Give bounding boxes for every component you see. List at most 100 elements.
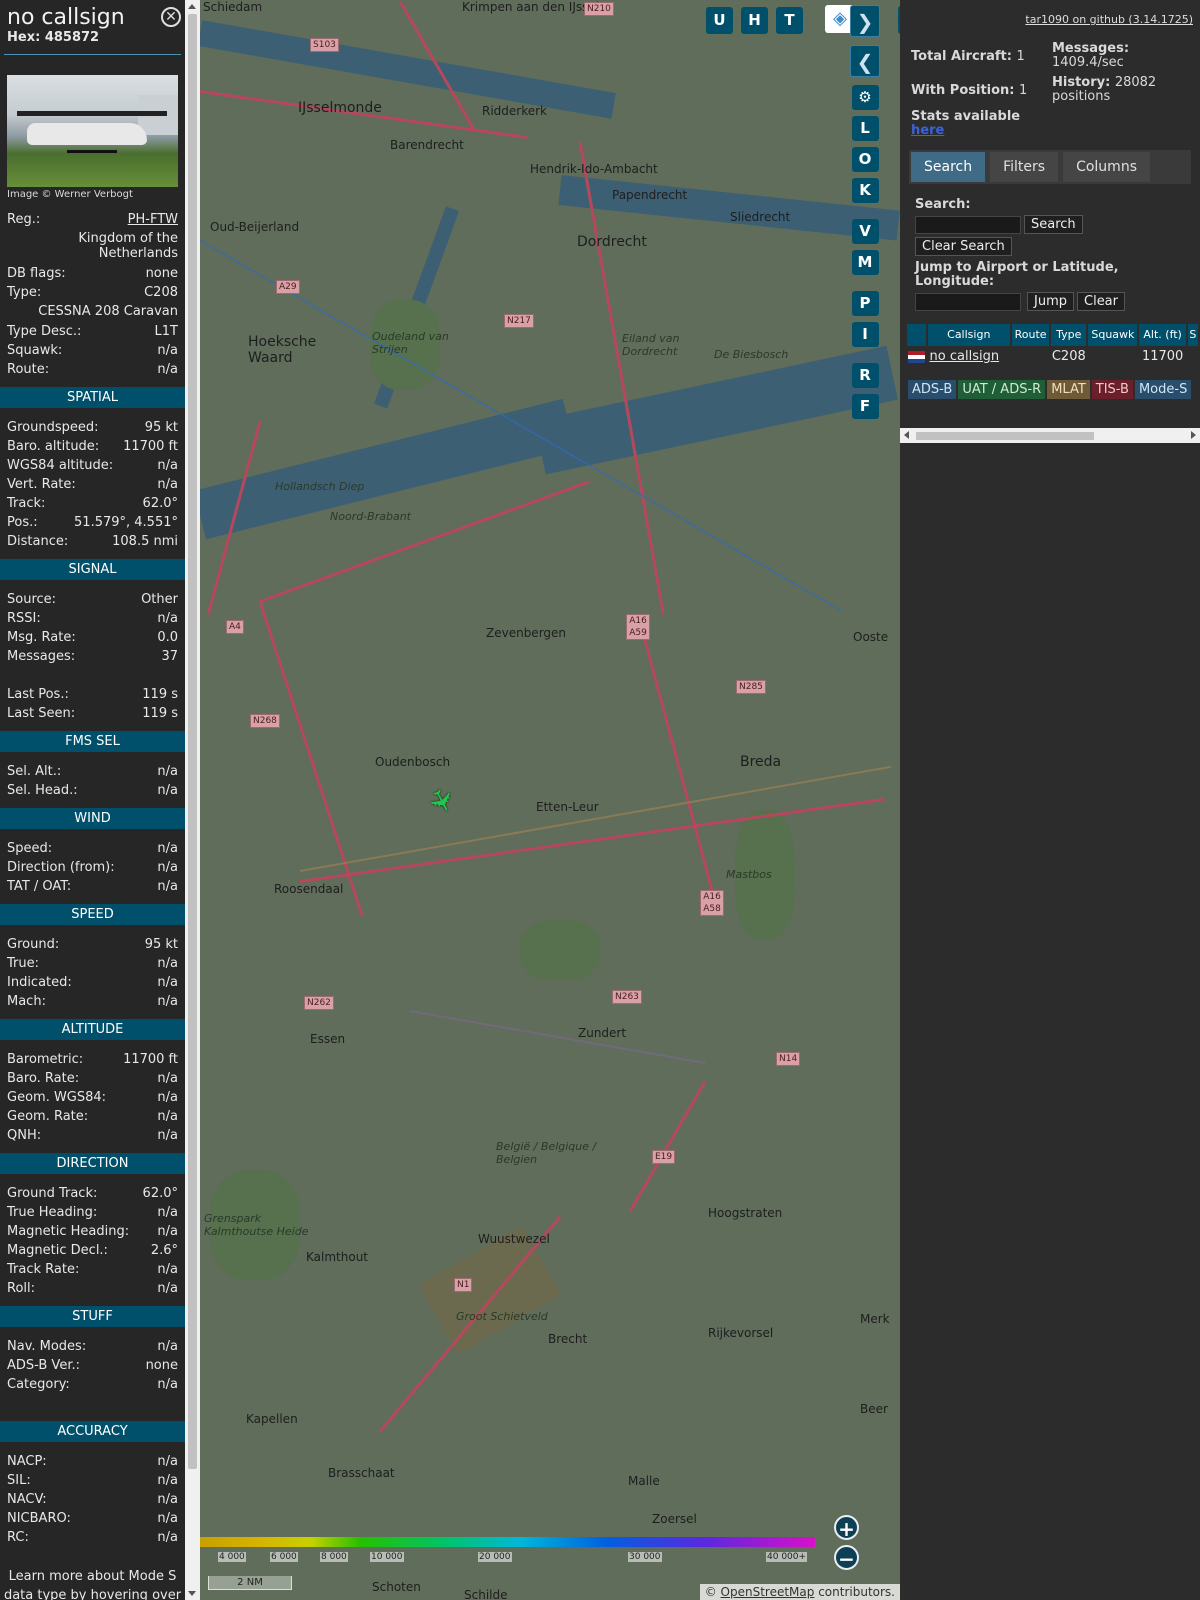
osm-link[interactable]: OpenStreetMap — [721, 1585, 815, 1599]
aircraft-photo[interactable] — [7, 75, 178, 187]
select-column-header[interactable] — [907, 324, 928, 346]
close-icon[interactable]: ✕ — [161, 7, 181, 27]
detail-label[interactable]: Sel. Head.: — [7, 781, 78, 800]
attribution-suffix: contributors. — [814, 1585, 895, 1599]
hscroll-thumb[interactable] — [916, 432, 1094, 440]
detail-label[interactable]: Source: — [7, 590, 56, 609]
map-button-i[interactable]: I — [851, 322, 879, 347]
map-button-u[interactable]: U — [706, 7, 733, 34]
stats-here-link[interactable]: here — [911, 124, 1020, 138]
map-button-t[interactable]: T — [776, 7, 803, 34]
detail-label[interactable]: NACP: — [7, 1452, 47, 1471]
scroll-up-icon[interactable] — [188, 4, 196, 9]
detail-label[interactable]: Track: — [7, 494, 45, 513]
map-button-l[interactable]: L — [851, 116, 879, 141]
town-label: Mastbos — [726, 868, 772, 881]
detail-label[interactable]: Last Seen: — [7, 704, 75, 723]
detail-label[interactable]: Category: — [7, 1375, 70, 1394]
column-header-5[interactable]: S — [1188, 324, 1200, 346]
table-horizontal-scrollbar[interactable] — [900, 428, 1200, 443]
map-view[interactable]: Schiedam Krimpen aan den IJssel IJsselmond… — [200, 0, 900, 1600]
detail-label[interactable]: Magnetic Decl.: — [7, 1241, 108, 1260]
map-button-v[interactable]: V — [851, 219, 879, 244]
tab-search[interactable]: Search — [911, 152, 986, 182]
jump-input[interactable] — [915, 292, 1021, 311]
clear-search-button[interactable]: Clear Search — [915, 237, 1012, 256]
detail-label[interactable]: Roll: — [7, 1279, 35, 1298]
scroll-thumb[interactable] — [188, 14, 197, 1469]
detail-label[interactable]: Geom. WGS84: — [7, 1088, 106, 1107]
github-link[interactable]: tar1090 on github (3.14.1725) — [1025, 13, 1193, 26]
detail-label[interactable]: Sel. Alt.: — [7, 762, 61, 781]
detail-label[interactable]: ADS-B Ver.: — [7, 1356, 80, 1375]
tab-columns[interactable]: Columns — [1063, 152, 1150, 182]
registration-link[interactable]: PH-FTW — [128, 210, 178, 229]
detail-label[interactable]: TAT / OAT: — [7, 877, 71, 896]
detail-label[interactable]: Track Rate: — [7, 1260, 79, 1279]
detail-label[interactable]: Msg. Rate: — [7, 628, 76, 647]
detail-label[interactable]: SIL: — [7, 1471, 31, 1490]
detail-label[interactable]: RSSI: — [7, 609, 41, 628]
map-attribution: © OpenStreetMap contributors. — [699, 1584, 900, 1600]
detail-label[interactable]: Distance: — [7, 532, 68, 551]
column-header-2[interactable]: Type — [1051, 324, 1089, 346]
map-button-o[interactable]: O — [851, 147, 879, 172]
map-button-r[interactable]: R — [851, 363, 879, 388]
aircraft-marker-icon[interactable]: ✈ — [419, 782, 462, 821]
cell-callsign[interactable]: no callsign — [928, 346, 1013, 368]
detail-label[interactable]: Speed: — [7, 839, 52, 858]
next-aircraft-icon[interactable]: ❯ — [850, 5, 880, 37]
detail-label[interactable]: Baro. Rate: — [7, 1069, 79, 1088]
jump-button[interactable]: Jump — [1027, 292, 1074, 311]
detail-label[interactable]: Nav. Modes: — [7, 1337, 86, 1356]
map-button-f[interactable]: F — [851, 394, 879, 419]
detail-label[interactable]: True Heading: — [7, 1203, 97, 1222]
detail-label[interactable]: NACV: — [7, 1490, 47, 1509]
table-row[interactable]: no callsign C208 11700 — [907, 346, 1200, 368]
zoom-in-button[interactable]: + — [834, 1515, 859, 1541]
detail-label[interactable]: Groundspeed: — [7, 418, 98, 437]
scroll-right-icon[interactable] — [1191, 431, 1196, 439]
column-header-3[interactable]: Squawk — [1088, 324, 1140, 346]
column-header-4[interactable]: Alt. (ft) — [1139, 324, 1188, 346]
zoom-out-button[interactable]: − — [834, 1545, 859, 1571]
prev-aircraft-icon[interactable]: ❮ — [850, 45, 880, 77]
detail-row: NICBARO: n/a — [7, 1509, 178, 1528]
detail-label[interactable]: Pos.: — [7, 513, 38, 532]
river-nieuwe-maas — [200, 20, 616, 119]
search-input[interactable] — [915, 215, 1021, 234]
detail-label[interactable]: Mach: — [7, 992, 46, 1011]
detail-label[interactable]: Vert. Rate: — [7, 475, 76, 494]
clear-jump-button[interactable]: Clear — [1077, 292, 1125, 311]
detail-label[interactable]: Magnetic Heading: — [7, 1222, 129, 1241]
detail-label[interactable]: Baro. altitude: — [7, 437, 99, 456]
detail-label[interactable]: RC: — [7, 1528, 29, 1547]
detail-label[interactable]: Ground Track: — [7, 1184, 97, 1203]
detail-row: TAT / OAT: n/a — [7, 877, 178, 896]
sidebar-scrollbar[interactable] — [185, 0, 200, 1600]
column-header-0[interactable]: Callsign — [928, 324, 1013, 346]
detail-label[interactable]: NICBARO: — [7, 1509, 71, 1528]
detail-label[interactable]: Geom. Rate: — [7, 1107, 88, 1126]
map-button-m[interactable]: M — [851, 250, 879, 275]
detail-label[interactable]: Direction (from): — [7, 858, 115, 877]
detail-label[interactable]: Barometric: — [7, 1050, 83, 1069]
stats-available: Stats available here — [911, 110, 1020, 138]
tab-filters[interactable]: Filters — [990, 152, 1059, 182]
detail-label[interactable]: Ground: — [7, 935, 59, 954]
scroll-down-icon[interactable] — [188, 1591, 196, 1596]
detail-row — [7, 666, 178, 685]
scroll-left-icon[interactable] — [904, 431, 909, 439]
column-header-1[interactable]: Route — [1012, 324, 1052, 346]
detail-label[interactable]: True: — [7, 954, 39, 973]
detail-label[interactable]: QNH: — [7, 1126, 41, 1145]
detail-label[interactable]: Last Pos.: — [7, 685, 69, 704]
settings-gear-icon[interactable]: ⚙ — [851, 85, 879, 110]
map-button-h[interactable]: H — [741, 7, 768, 34]
map-button-p[interactable]: P — [851, 291, 879, 316]
detail-label[interactable]: Indicated: — [7, 973, 72, 992]
map-button-k[interactable]: K — [851, 178, 879, 203]
search-button[interactable]: Search — [1024, 215, 1083, 234]
detail-label[interactable]: Messages: — [7, 647, 75, 666]
detail-label[interactable]: WGS84 altitude: — [7, 456, 113, 475]
